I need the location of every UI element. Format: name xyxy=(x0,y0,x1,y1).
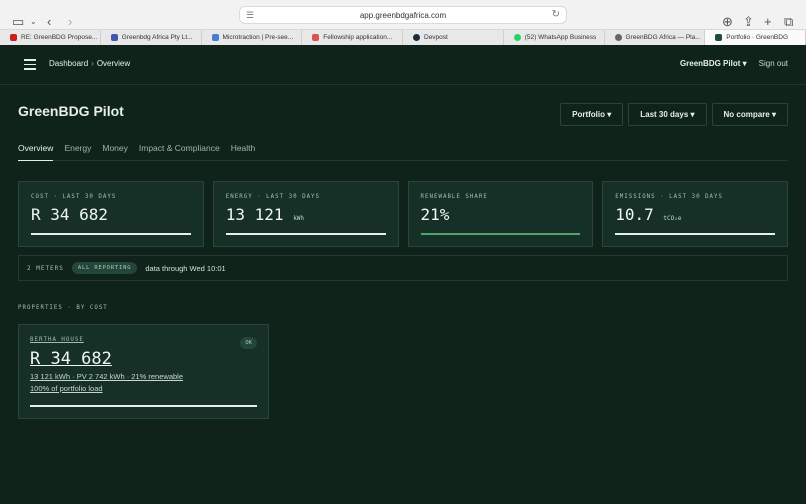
portfolio-dropdown[interactable]: Portfolio ▾ xyxy=(560,103,624,126)
energy-card[interactable]: ENERGY · LAST 30 DAYS 13 121 kWh xyxy=(212,181,399,247)
menu-icon[interactable] xyxy=(24,59,36,70)
download-icon[interactable]: ⊕ xyxy=(722,14,733,30)
tab-favicon-icon xyxy=(614,34,622,41)
reload-icon[interactable]: ↻ xyxy=(552,9,560,20)
back-icon[interactable]: ‹ xyxy=(47,14,51,30)
forward-icon[interactable]: › xyxy=(68,14,72,30)
tab-energy[interactable]: Energy xyxy=(64,143,91,161)
card-label: RENEWABLE SHARE xyxy=(420,194,488,200)
tab-favicon-icon xyxy=(513,34,521,41)
tab-overview[interactable]: Overview xyxy=(18,143,54,161)
page-settings-icon[interactable]: ☰ xyxy=(246,10,254,21)
tab-money[interactable]: Money xyxy=(102,143,128,161)
sign-out-link[interactable]: Sign out xyxy=(759,59,788,68)
tab-favicon-icon xyxy=(413,34,420,41)
tab-impact-compliance[interactable]: Impact & Compliance xyxy=(139,143,220,161)
browser-tab[interactable]: Fellowship application... xyxy=(302,30,403,45)
tab-favicon-icon xyxy=(312,34,320,41)
breadcrumb-dashboard[interactable]: Dashboard xyxy=(49,59,88,68)
property-detail[interactable]: 13 121 kWh · PV 2 742 kWh · 21% renewabl… xyxy=(30,372,257,381)
card-value: 10.7 tCO₂e xyxy=(615,205,775,224)
card-value-number: 21% xyxy=(420,205,450,224)
browser-tab[interactable]: RE: GreenBDG Propose... xyxy=(0,30,101,45)
browser-tab[interactable]: Devpost xyxy=(403,30,504,45)
breadcrumb-separator: › xyxy=(91,59,94,68)
tab-overview-icon[interactable]: ⧉ xyxy=(784,14,793,30)
tab-favicon-icon xyxy=(715,34,723,41)
breadcrumb: Dashboard › Overview xyxy=(49,59,130,68)
app-root: Dashboard › Overview GreenBDG Pilot ▾ Sign… xyxy=(0,45,806,504)
cost-card[interactable]: COST · LAST 30 DAYS R 34 682 xyxy=(18,181,204,247)
section-label: PROPERTIES · BY COST xyxy=(18,305,108,311)
new-tab-icon[interactable]: + xyxy=(764,14,772,30)
card-bar xyxy=(225,233,386,235)
chevron-down-icon[interactable]: ⌄ xyxy=(30,14,37,30)
card-value-number: 13 121 xyxy=(225,205,284,224)
tab-health[interactable]: Health xyxy=(231,143,256,161)
card-value-number: 10.7 xyxy=(615,205,654,224)
card-unit: tCO₂e xyxy=(663,215,682,222)
share-icon[interactable]: ⇪ xyxy=(743,14,754,30)
sidebar-toggle-icon[interactable]: ▭ xyxy=(12,14,24,30)
browser-tab[interactable]: Greenbdg Africa Pty Lt... xyxy=(101,30,202,45)
tab-label: Microtraction | Pre-see... xyxy=(222,34,294,41)
card-bar xyxy=(420,233,581,235)
card-value: 13 121 kWh xyxy=(226,205,386,224)
browser-toolbar: ▭ ⌄ ‹ › ☰ app.greenbdgafrica.com ↻ ⊕ ⇪ +… xyxy=(0,0,806,45)
section-tabs: Overview Energy Money Impact & Complianc… xyxy=(18,143,788,161)
status-badge: OK xyxy=(240,337,257,349)
page-title: GreenBDG Pilot xyxy=(18,103,124,119)
card-label: COST · LAST 30 DAYS xyxy=(31,194,117,200)
compare-dropdown[interactable]: No compare ▾ xyxy=(711,103,788,126)
tab-favicon-icon xyxy=(110,34,118,41)
property-name[interactable]: BERTHA HOUSE xyxy=(30,337,257,343)
card-label: EMISSIONS · LAST 30 DAYS xyxy=(615,194,724,200)
card-bar xyxy=(31,233,191,235)
meter-status-bar: 2 METERS ALL REPORTING data through Wed … xyxy=(18,255,788,281)
project-switcher[interactable]: GreenBDG Pilot ▾ xyxy=(680,59,747,68)
url-text: app.greenbdgafrica.com xyxy=(359,10,447,20)
breadcrumb-overview: Overview xyxy=(96,59,131,68)
browser-tab[interactable]: GreenBDG Africa — Pla... xyxy=(605,30,706,45)
card-label: ENERGY · LAST 30 DAYS xyxy=(225,194,321,200)
filter-buttons: Portfolio ▾ Last 30 days ▾ No compare ▾ xyxy=(560,103,788,126)
browser-tab-active[interactable]: Portfolio · GreenBDG xyxy=(705,30,806,45)
property-bar xyxy=(30,405,257,407)
reporting-badge: ALL REPORTING xyxy=(71,262,138,274)
browser-tab[interactable]: Microtraction | Pre-see... xyxy=(202,30,303,45)
kpi-cards: COST · LAST 30 DAYS R 34 682 ENERGY · LA… xyxy=(18,181,788,247)
tab-favicon-icon xyxy=(211,34,219,41)
top-bar: Dashboard › Overview GreenBDG Pilot ▾ Sign… xyxy=(0,45,806,85)
renewable-card[interactable]: RENEWABLE SHARE 21% xyxy=(407,181,594,247)
date-range-dropdown[interactable]: Last 30 days ▾ xyxy=(628,103,707,126)
browser-tabs: RE: GreenBDG Propose... Greenbdg Africa … xyxy=(0,29,806,45)
tab-label: GreenBDG Africa — Pla... xyxy=(625,34,701,41)
tab-label: (52) WhatsApp Business xyxy=(524,34,597,41)
tab-label: Devpost xyxy=(424,34,448,41)
address-bar[interactable]: ☰ app.greenbdgafrica.com ↻ xyxy=(239,6,567,24)
meter-count: 2 METERS xyxy=(27,264,64,272)
emissions-card[interactable]: EMISSIONS · LAST 30 DAYS 10.7 tCO₂e xyxy=(602,181,788,247)
card-value-number: R 34 682 xyxy=(31,205,109,224)
property-share[interactable]: 100% of portfolio load xyxy=(30,384,257,393)
tab-favicon-icon xyxy=(10,34,17,41)
card-unit: kWh xyxy=(293,215,305,222)
tab-label: Portfolio · GreenBDG xyxy=(726,34,789,41)
property-cost[interactable]: R 34 682 xyxy=(30,349,257,369)
data-through-text: data through Wed 10:01 xyxy=(145,263,226,273)
card-value: 21% xyxy=(421,205,581,224)
tab-label: Fellowship application... xyxy=(323,34,393,41)
tab-label: Greenbdg Africa Pty Lt... xyxy=(121,34,193,41)
browser-tab[interactable]: (52) WhatsApp Business xyxy=(504,30,605,45)
card-value: R 34 682 xyxy=(31,205,191,224)
property-card[interactable]: BERTHA HOUSE OK R 34 682 13 121 kWh · PV… xyxy=(18,324,269,419)
tab-label: RE: GreenBDG Propose... xyxy=(21,34,98,41)
card-bar xyxy=(615,233,775,235)
